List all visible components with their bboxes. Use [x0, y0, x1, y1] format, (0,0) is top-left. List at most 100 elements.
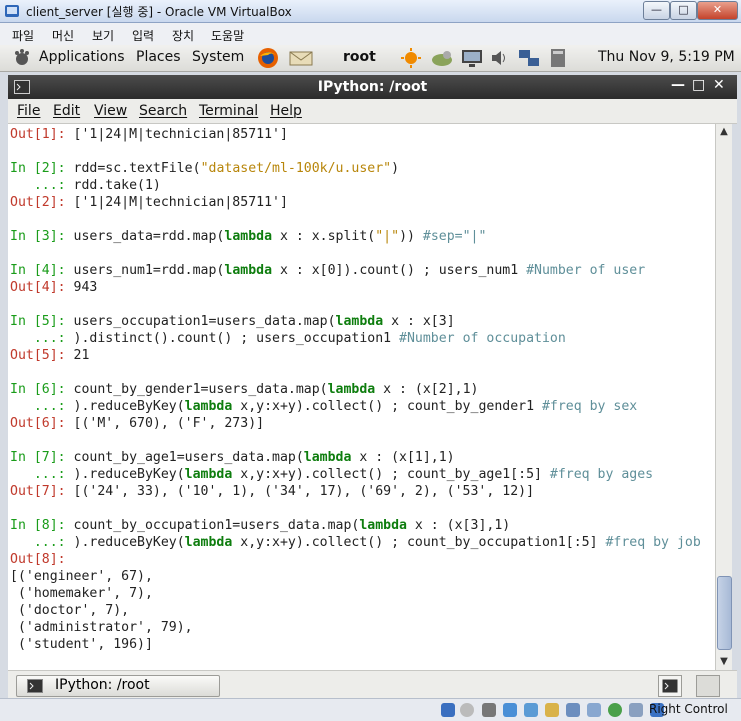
- user-name: root: [343, 49, 376, 65]
- keyword-text: lambda: [184, 467, 233, 482]
- usb-icon[interactable]: [524, 703, 538, 717]
- code-text: users_data=rdd.map(: [65, 229, 225, 244]
- firefox-icon[interactable]: [257, 47, 279, 69]
- terminal-maximize-button[interactable]: □: [692, 77, 705, 93]
- mail-icon[interactable]: [289, 49, 313, 67]
- update-notifier-icon[interactable]: [400, 48, 422, 68]
- scrollbar-thumb[interactable]: [717, 576, 732, 650]
- workspace-switcher[interactable]: [696, 675, 720, 697]
- code-text: 943: [65, 280, 98, 295]
- monitor-icon[interactable]: [460, 48, 484, 68]
- output-prompt: Out[8]:: [10, 552, 66, 567]
- virtualbox-title-bar: client_server [실행 중] - Oracle VM Virtual…: [0, 0, 741, 23]
- code-text: ['1|24|M|technician|85711']: [65, 195, 288, 210]
- terminal-line: Out[2]: ['1|24|M|technician|85711']: [10, 194, 288, 211]
- terminal-line: In [2]: rdd=sc.textFile("dataset/ml-100k…: [10, 160, 399, 177]
- clock[interactable]: Thu Nov 9, 5:19 PM: [598, 49, 735, 65]
- shared-folders-icon[interactable]: [545, 703, 559, 717]
- keyword-text: lambda: [303, 450, 352, 465]
- code-text: ): [391, 161, 400, 176]
- gnome-top-panel: Applications Places System root Thu Nov …: [0, 45, 741, 72]
- scroll-up-icon[interactable]: ▲: [718, 126, 730, 138]
- menu-machine[interactable]: 머신: [52, 27, 74, 44]
- code-text: users_num1=rdd.map(: [65, 263, 225, 278]
- terminal-line: ...: ).distinct().count() ; users_occupa…: [10, 330, 566, 347]
- scroll-down-icon[interactable]: ▼: [718, 656, 730, 668]
- terminal-menu-view[interactable]: View: [94, 103, 127, 119]
- terminal-scrollbar[interactable]: ▲ ▼: [715, 124, 732, 670]
- terminal-icon: [662, 679, 678, 693]
- comment-text: #freq by ages: [549, 467, 654, 482]
- mouse-integration-icon[interactable]: [629, 703, 643, 717]
- audio-icon[interactable]: [482, 703, 496, 717]
- terminal-menu-search[interactable]: Search: [139, 103, 187, 119]
- network-icon[interactable]: [518, 48, 540, 68]
- display-icon[interactable]: [566, 703, 580, 717]
- terminal-menu-bar: File Edit View Search Terminal Help: [8, 99, 737, 124]
- terminal-menu-edit[interactable]: Edit: [53, 103, 80, 119]
- code-text: x,y:x+y).collect() ; count_by_age1[:5]: [232, 467, 550, 482]
- terminal-output[interactable]: Out[1]: ['1|24|M|technician|85711'] In [2…: [8, 124, 715, 670]
- continuation-prompt: ...:: [10, 331, 66, 346]
- continuation-prompt: ...:: [10, 399, 66, 414]
- terminal-line: Out[5]: 21: [10, 347, 89, 364]
- code-text: x,y:x+y).collect() ; count_by_gender1: [232, 399, 542, 414]
- terminal-line: ('homemaker', 7),: [10, 585, 153, 602]
- terminal-line: In [6]: count_by_gender1=users_data.map(…: [10, 381, 478, 398]
- computer-icon[interactable]: [548, 48, 568, 68]
- menu-file[interactable]: 파일: [12, 27, 34, 44]
- menu-help[interactable]: 도움말: [211, 27, 244, 44]
- terminal-line: Out[7]: [('24', 33), ('10', 1), ('34', 1…: [10, 483, 534, 500]
- places-menu[interactable]: Places: [136, 49, 181, 65]
- input-prompt: In [7]:: [10, 450, 66, 465]
- host-key-text: Right Control: [649, 702, 728, 716]
- taskbar-window-button[interactable]: IPython: /root: [16, 675, 220, 697]
- guest-additions-icon[interactable]: [608, 703, 622, 717]
- close-button[interactable]: ✕: [697, 1, 738, 20]
- code-text: ).reduceByKey(: [65, 535, 185, 550]
- terminal-line: ...: rdd.take(1): [10, 177, 161, 194]
- continuation-prompt: ...:: [10, 535, 66, 550]
- terminal-menu-help[interactable]: Help: [270, 103, 302, 119]
- gnome-foot-icon: [15, 49, 29, 65]
- menu-view[interactable]: 보기: [92, 27, 114, 44]
- system-menu[interactable]: System: [192, 49, 244, 65]
- terminal-line: Out[6]: [('M', 670), ('F', 273)]: [10, 415, 264, 432]
- maximize-button[interactable]: □: [670, 1, 697, 20]
- package-icon[interactable]: [430, 49, 454, 67]
- comment-text: #freq by job: [605, 535, 701, 550]
- terminal-menu-file[interactable]: File: [17, 103, 40, 119]
- continuation-prompt: ...:: [10, 178, 66, 193]
- code-text: ).reduceByKey(: [65, 467, 185, 482]
- terminal-title-bar: IPython: /root — □ ✕: [8, 75, 737, 99]
- terminal-line: [('engineer', 67),: [10, 568, 153, 585]
- video-capture-icon[interactable]: [587, 703, 601, 717]
- hard-disk-icon[interactable]: [441, 703, 455, 717]
- network-adapter-icon[interactable]: [503, 703, 517, 717]
- optical-drive-icon[interactable]: [460, 703, 474, 717]
- keyword-text: lambda: [184, 535, 233, 550]
- show-desktop-button[interactable]: [658, 675, 682, 697]
- terminal-line: ('administrator', 79),: [10, 619, 193, 636]
- comment-text: #sep="|": [422, 229, 487, 244]
- input-prompt: In [3]:: [10, 229, 66, 244]
- terminal-minimize-button[interactable]: —: [671, 77, 685, 93]
- code-text: )): [399, 229, 423, 244]
- minimize-button[interactable]: —: [643, 1, 670, 20]
- terminal-close-button[interactable]: ✕: [713, 77, 725, 93]
- applications-menu[interactable]: Applications: [39, 49, 125, 65]
- terminal-line: In [8]: count_by_occupation1=users_data.…: [10, 517, 510, 534]
- terminal-menu-terminal[interactable]: Terminal: [199, 103, 258, 119]
- menu-input[interactable]: 입력: [132, 27, 154, 44]
- output-prompt: Out[2]:: [10, 195, 66, 210]
- input-prompt: In [2]:: [10, 161, 66, 176]
- terminal-title: IPython: /root: [317, 79, 428, 95]
- volume-icon[interactable]: [490, 49, 508, 67]
- keyword-text: lambda: [359, 518, 407, 533]
- output-prompt: Out[1]:: [10, 127, 66, 142]
- menu-devices[interactable]: 장치: [172, 27, 194, 44]
- comment-text: #freq by sex: [541, 399, 638, 414]
- input-prompt: In [5]:: [10, 314, 66, 329]
- terminal-line: In [3]: users_data=rdd.map(lambda x : x.…: [10, 228, 486, 245]
- code-text: [('engineer', 67),: [10, 569, 153, 584]
